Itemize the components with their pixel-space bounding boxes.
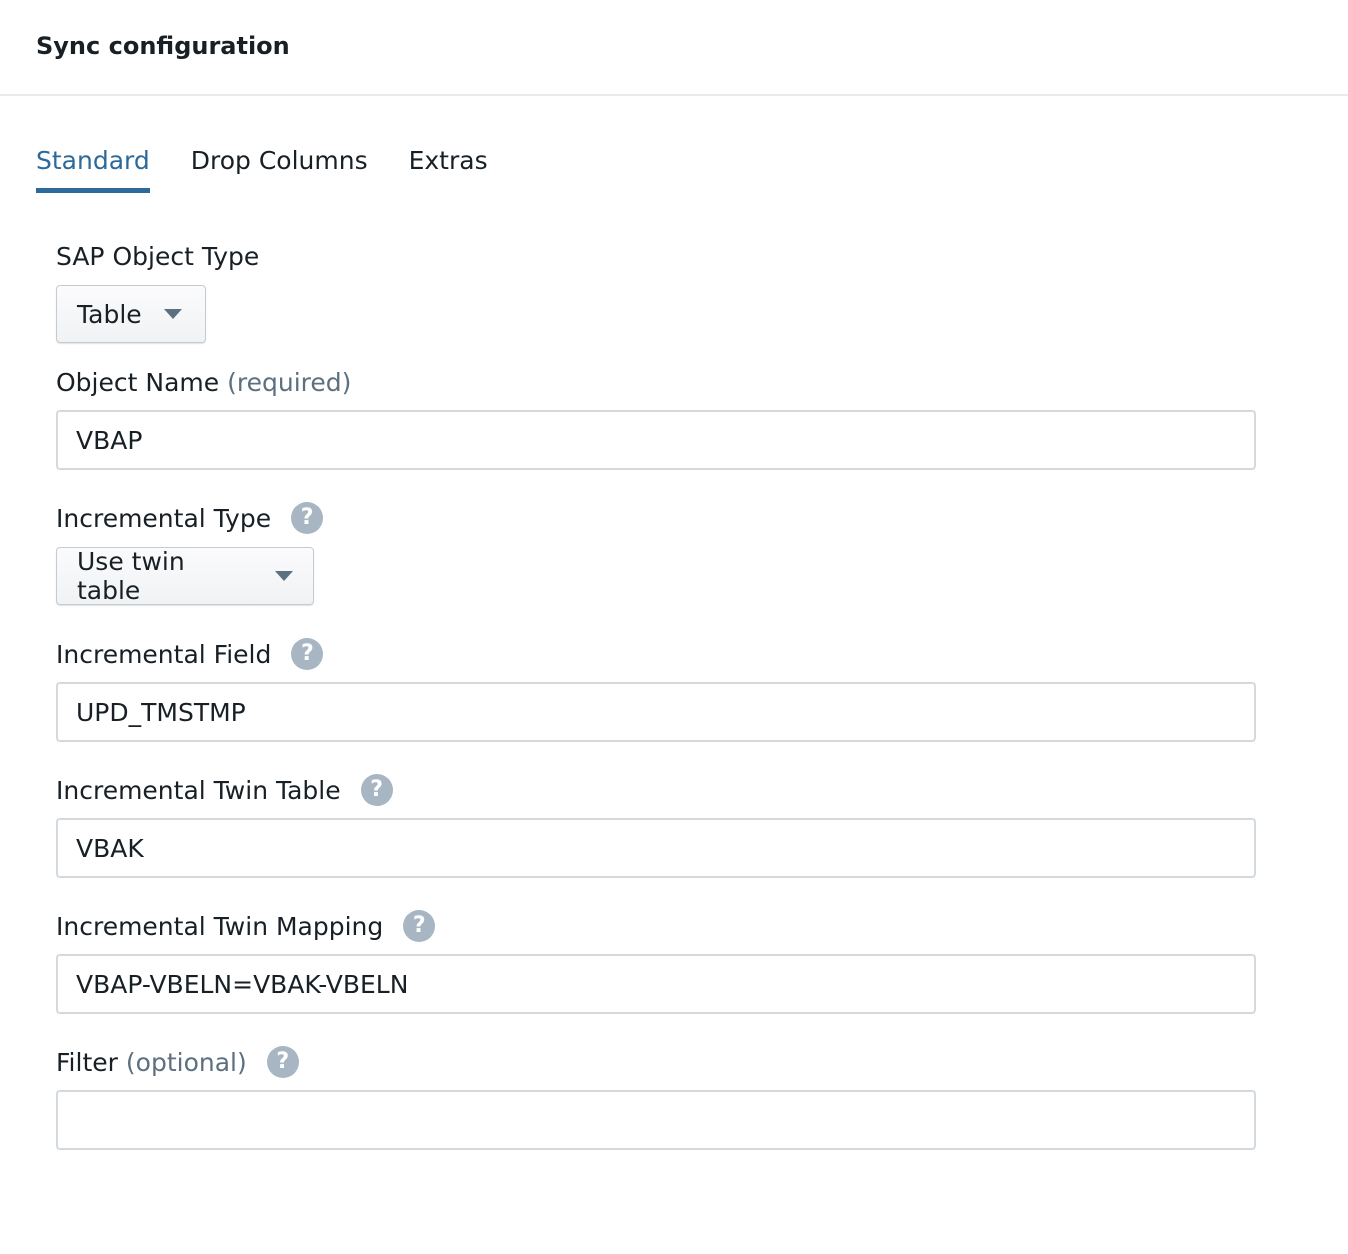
incremental-field-label: Incremental Field ? (56, 638, 324, 670)
question-circle-icon[interactable]: ? (291, 502, 324, 534)
tab-standard[interactable]: Standard (36, 146, 150, 193)
tab-bar: Standard Drop Columns Extras (36, 146, 488, 193)
incremental-twin-table-input[interactable] (56, 818, 1256, 878)
header: Sync configuration (0, 0, 1348, 96)
incremental-twin-mapping-input[interactable] (56, 954, 1256, 1014)
incremental-twin-mapping-label: Incremental Twin Mapping ? (56, 910, 436, 942)
incremental-twin-mapping-label-text: Incremental Twin Mapping (56, 911, 384, 941)
incremental-type-label: Incremental Type ? (56, 502, 324, 534)
sap-object-type-select[interactable]: Table (56, 285, 206, 343)
chevron-down-icon (163, 309, 182, 319)
required-qualifier: (required) (227, 368, 352, 397)
page-title: Sync configuration (36, 32, 290, 60)
sap-object-type-value: Table (77, 299, 142, 329)
filter-input[interactable] (56, 1090, 1256, 1150)
sap-object-type-label: SAP Object Type (56, 244, 259, 269)
question-circle-icon[interactable]: ? (291, 638, 324, 670)
incremental-type-value: Use twin table (77, 547, 185, 605)
question-circle-icon[interactable]: ? (266, 1046, 299, 1078)
incremental-type-label-text: Incremental Type (56, 503, 272, 533)
tab-drop-columns[interactable]: Drop Columns (191, 146, 368, 193)
filter-label-text: Filter (56, 1047, 118, 1077)
object-name-input[interactable] (56, 410, 1256, 470)
incremental-twin-table-label: Incremental Twin Table ? (56, 774, 393, 806)
question-circle-icon[interactable]: ? (360, 774, 393, 806)
sap-object-type-label-text: SAP Object Type (56, 242, 260, 271)
object-name-label-text: Object Name (56, 368, 220, 397)
incremental-field-label-text: Incremental Field (56, 639, 272, 669)
tab-extras[interactable]: Extras (409, 146, 488, 193)
filter-label: Filter (optional) ? (56, 1046, 299, 1078)
incremental-field-input[interactable] (56, 682, 1256, 742)
question-circle-icon[interactable]: ? (403, 910, 436, 942)
incremental-type-select[interactable]: Use twin table (56, 547, 314, 605)
incremental-twin-table-label-text: Incremental Twin Table (56, 775, 341, 805)
optional-qualifier: (optional) (125, 1047, 247, 1077)
chevron-down-icon (275, 571, 293, 581)
object-name-label: Object Name (required) (56, 370, 351, 395)
